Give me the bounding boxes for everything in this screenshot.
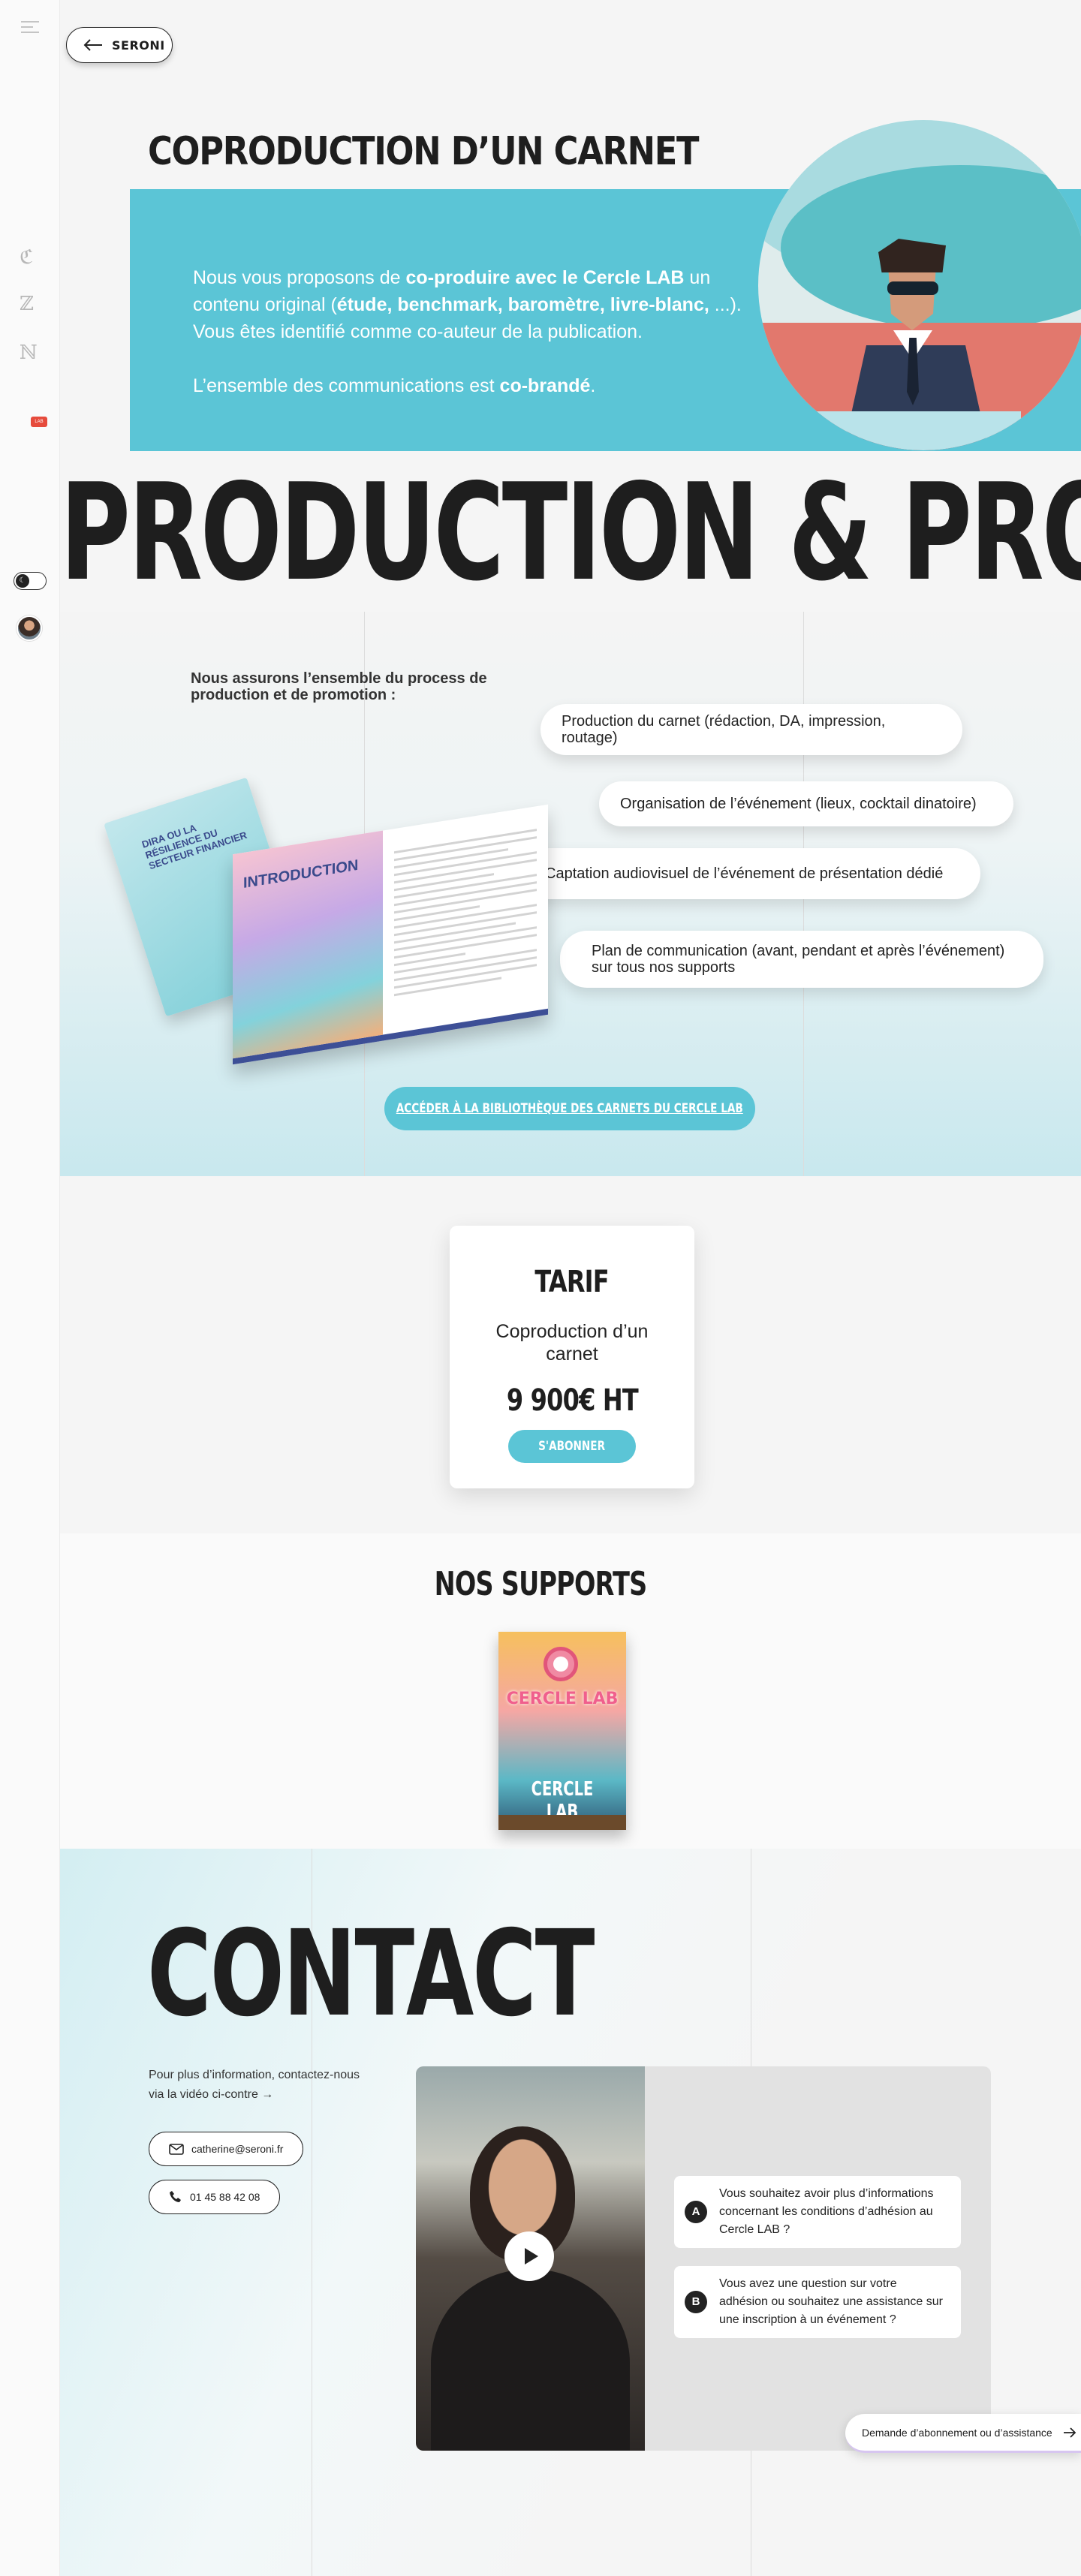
service-pill-communication: Plan de communication (avant, pendant et… — [560, 931, 1043, 988]
phone-icon — [170, 2191, 181, 2202]
moon-icon: ☾ — [16, 574, 29, 588]
coproduction-paragraph-2: L’ensemble des communications est co-bra… — [193, 375, 596, 396]
question-b-text: Vous avez une question sur votre adhésio… — [719, 2277, 943, 2326]
assistance-request-button[interactable]: Demande d’abonnement ou d’assistance — [845, 2414, 1081, 2453]
option-letter-a: A — [685, 2201, 707, 2223]
production-intro: Nous assurons l’ensemble du process de p… — [191, 670, 487, 703]
phone-button[interactable]: 01 45 88 42 08 — [149, 2180, 281, 2214]
production-big-title: PRODUCTION & PROMOTION — [60, 455, 1081, 610]
tarif-card: TARIF Coproduction d’un carnet 9 900€ HT… — [450, 1226, 694, 1488]
speaker-illustration — [758, 120, 1081, 450]
coproduction-title: COPRODUCTION D’UN CARNET — [148, 129, 700, 174]
supports-title: NOS SUPPORTS — [434, 1565, 648, 1603]
service-pill-evenement: Organisation de l’événement (lieux, cock… — [599, 781, 1013, 826]
question-a-text: Vous souhaitez avoir plus d’informations… — [719, 2187, 934, 2236]
sidebar-logo-c-icon[interactable]: ℭ — [20, 246, 33, 269]
poster-neon-text: CERCLE LAB — [506, 1690, 619, 1708]
question-option-b[interactable]: B Vous avez une question sur votre adhés… — [674, 2266, 961, 2338]
presenter-photo — [416, 2066, 645, 2451]
library-link-button[interactable]: ACCÉDER À LA BIBLIOTHÈQUE DES CARNETS DU… — [384, 1087, 755, 1130]
contact-text: Pour plus d’information, contactez-nous … — [149, 2069, 360, 2101]
email-label: catherine@seroni.fr — [191, 2143, 284, 2155]
tarif-title: TARIF — [534, 1265, 610, 1299]
tarif-subtitle: Coproduction d’un carnet — [495, 1321, 649, 1365]
arrow-left-icon — [83, 39, 102, 51]
email-button[interactable]: catherine@seroni.fr — [149, 2132, 304, 2166]
book-intro-label: INTRODUCTION — [243, 856, 359, 892]
sidebar-logo-z-icon[interactable]: ℤ — [20, 293, 34, 315]
service-pill-captation: Captation audiovisuel de l’événement de … — [524, 848, 980, 899]
sidebar-lab-badge[interactable]: LAB — [31, 417, 47, 427]
question-option-a[interactable]: A Vous souhaitez avoir plus d’informatio… — [674, 2176, 961, 2248]
phone-label: 01 45 88 42 08 — [190, 2191, 260, 2203]
subscribe-button[interactable]: S'ABONNER — [508, 1430, 636, 1463]
contact-video-player[interactable]: A Vous souhaitez avoir plus d’informatio… — [416, 2066, 991, 2451]
menu-icon[interactable] — [21, 21, 39, 37]
mail-icon — [169, 2143, 184, 2155]
sidebar-logo-n-icon[interactable]: ℕ — [20, 342, 38, 364]
play-icon[interactable] — [504, 2231, 554, 2281]
back-button[interactable]: SERONI — [66, 27, 173, 63]
coproduction-paragraph-1: Nous vous proposons de co-produire avec … — [193, 267, 742, 342]
back-button-label: SERONI — [112, 38, 165, 53]
avatar[interactable] — [17, 615, 42, 641]
contact-title: CONTACT — [147, 1905, 595, 2043]
sidebar: ℭ ℤ ℕ LAB ☾ — [0, 0, 60, 2576]
service-pill-production: Production du carnet (rédaction, DA, imp… — [540, 704, 962, 755]
tarif-price: 9 900€ HT — [506, 1383, 638, 1418]
assistance-label: Demande d’abonnement ou d’assistance — [862, 2426, 1052, 2439]
arrow-right-icon — [1063, 2427, 1076, 2438]
coproduction-description: Nous vous proposons de co-produire avec … — [193, 264, 748, 426]
cercle-lab-poster[interactable]: CERCLE LAB CERCLE LAB — [498, 1632, 626, 1830]
option-letter-b: B — [685, 2291, 707, 2313]
clock-icon — [544, 1647, 578, 1681]
dark-mode-toggle[interactable]: ☾ — [14, 572, 47, 590]
